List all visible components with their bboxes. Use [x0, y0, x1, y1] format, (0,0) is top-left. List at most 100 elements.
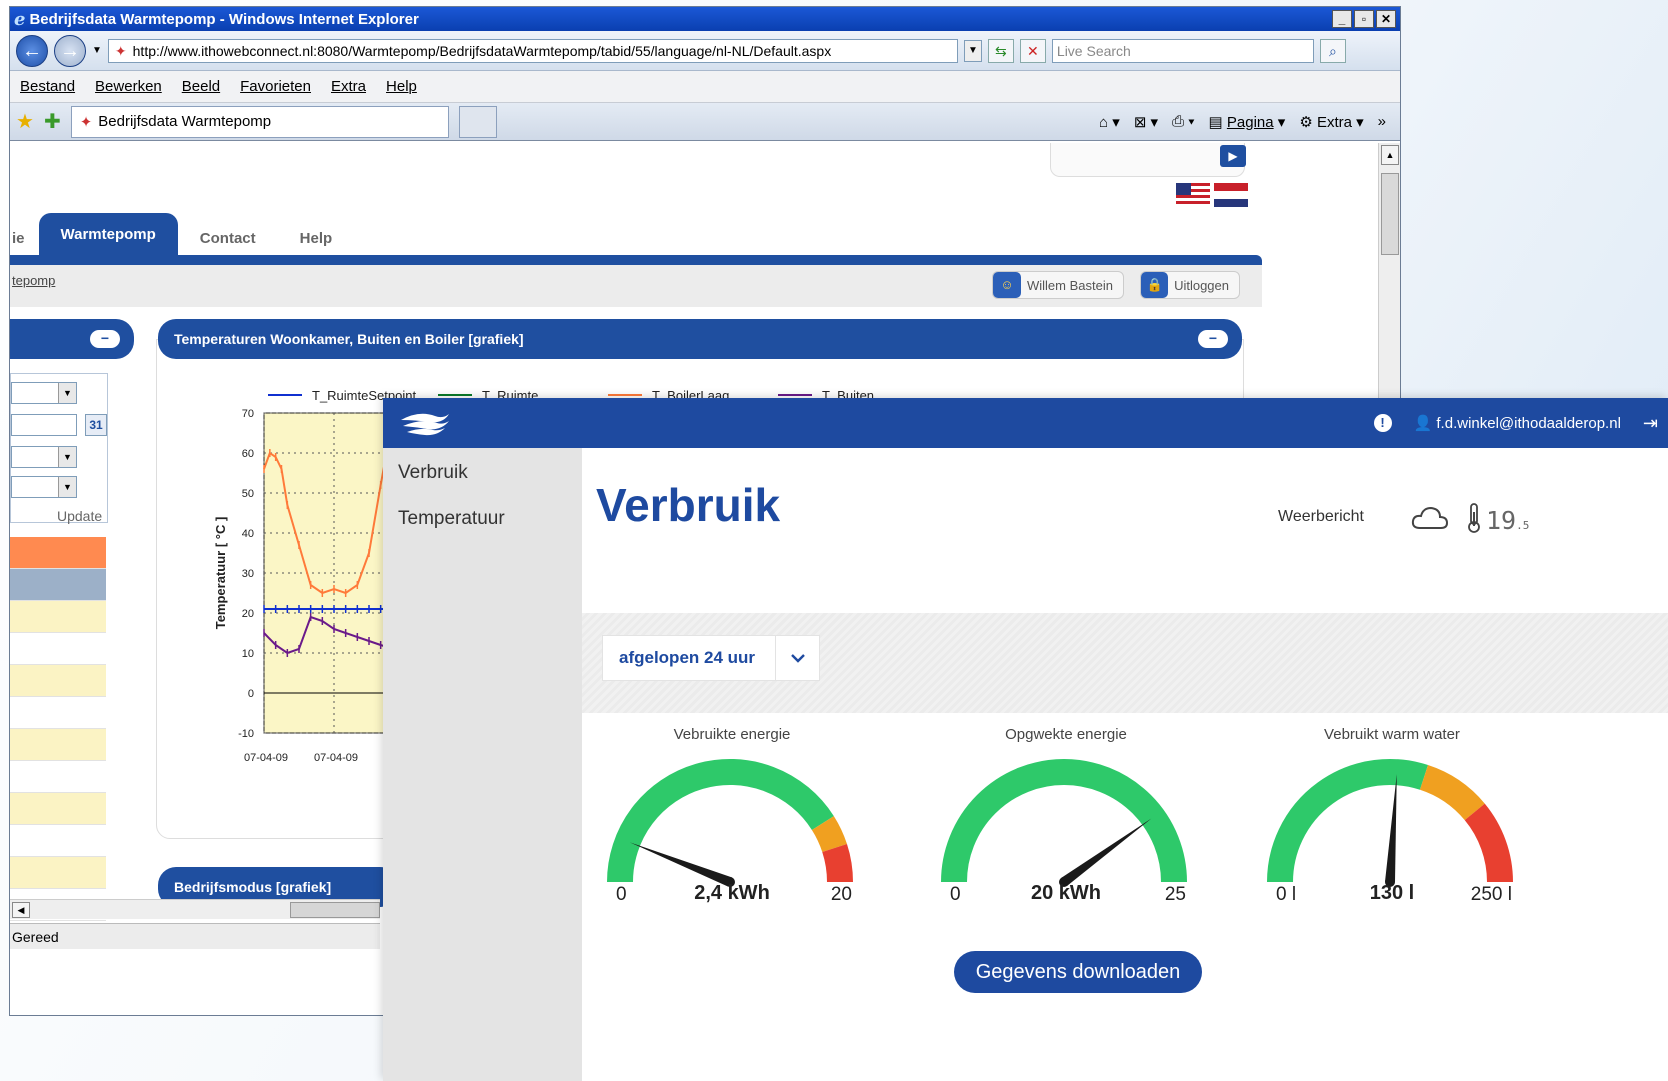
user-email: f.d.winkel@ithodaalderop.nl [1436, 415, 1621, 432]
forward-button[interactable]: → [54, 34, 86, 67]
weather-label: Weerbericht [1278, 508, 1364, 525]
scroll-thumb[interactable] [290, 902, 380, 918]
table-row [10, 857, 106, 889]
mode-panel-title: Bedrijfsmodus [grafiek] [174, 879, 332, 895]
flag-us-icon[interactable] [1176, 183, 1210, 207]
collapse-left-button[interactable]: − [90, 330, 120, 348]
menu-bestand[interactable]: Bestand [20, 78, 75, 95]
table-row [10, 825, 106, 857]
tools-menu[interactable]: ⚙ Extra ▾ [1299, 113, 1363, 131]
table-row [10, 633, 106, 665]
new-tab-button[interactable] [458, 105, 497, 138]
tab-current[interactable]: ✦ Bedrijfsdata Warmtepomp [70, 105, 449, 138]
menu-bewerken[interactable]: Bewerken [95, 78, 162, 95]
vscroll-thumb[interactable] [1381, 173, 1399, 255]
tab-help[interactable]: Help [278, 221, 355, 257]
temperature-readout: 19.5 [1486, 506, 1530, 535]
y-tick-label: 50 [242, 488, 254, 500]
horizontal-scrollbar[interactable]: ◀ [10, 899, 380, 919]
logout-button[interactable]: 🔒 Uitloggen [1140, 271, 1240, 299]
chevron-more-icon[interactable]: » [1378, 113, 1386, 130]
address-input[interactable]: ✦ http://www.ithowebconnect.nl:8080/Warm… [107, 38, 958, 63]
chart-panel-title: Temperaturen Woonkamer, Buiten en Boiler… [174, 331, 524, 347]
sidebar: Verbruik Temperatuur [383, 448, 582, 1081]
feeds-icon[interactable]: ⊠ ▾ [1134, 113, 1158, 131]
logout-icon[interactable]: ⇥ [1643, 413, 1658, 434]
table-row [10, 697, 106, 729]
address-dropdown-button[interactable]: ▼ [963, 39, 982, 62]
window-controls: _ ▫ ✕ [1332, 10, 1400, 28]
minimize-button[interactable]: _ [1332, 10, 1352, 28]
breadcrumb[interactable]: tepomp [12, 273, 55, 288]
data-table [10, 537, 106, 921]
temperature-chart: 70 60 50 40 30 20 10 0 -10 07-04-09 07-04-09 Temper… [213, 388, 874, 764]
table-row [10, 729, 106, 761]
app-window: ! 👤 f.d.winkel@ithodaalderop.nl ⇥ Verbru… [383, 398, 1668, 1081]
gauge-1: Vebruikte energie 0 20 2,4 kWh [602, 726, 862, 926]
menu-beeld[interactable]: Beeld [182, 78, 220, 95]
y-axis-label: Temperatuur [ °C ] [213, 517, 228, 630]
update-button[interactable]: Update [57, 508, 102, 524]
account-menu[interactable]: 👤 f.d.winkel@ithodaalderop.nl [1414, 414, 1621, 432]
page-title: Verbruik [596, 479, 781, 531]
table-row [10, 665, 106, 697]
calendar-icon[interactable]: 31 [85, 414, 107, 436]
download-button[interactable]: Gegevens downloaden [954, 951, 1202, 993]
brand-logo-icon[interactable] [399, 410, 451, 436]
print-icon[interactable]: ⎙ ▾ [1172, 113, 1194, 130]
page-menu[interactable]: ▤ Pagina ▾ [1209, 113, 1286, 131]
gauge-needle [629, 842, 732, 887]
gauge-2: Opgwekte energie 0 25 20 kWh [936, 726, 1196, 926]
tab-contact[interactable]: Contact [178, 221, 278, 257]
select-3[interactable]: ▼ [11, 476, 77, 498]
command-bar: ⌂ ▾ ⊠ ▾ ⎙ ▾ ▤ Pagina ▾ ⚙ Extra ▾ » [1099, 113, 1400, 131]
x-tick-label: 07-04-09 [244, 752, 288, 764]
scroll-left-icon[interactable]: ◀ [12, 902, 30, 918]
gauge-title: Vebruikt warm water [1324, 726, 1460, 743]
user-button[interactable]: ☺ Willem Bastein [992, 271, 1124, 299]
favorites-star-icon[interactable]: ★ [16, 109, 34, 134]
select-1[interactable]: ▼ [11, 382, 77, 404]
live-search-input[interactable]: Live Search [1051, 38, 1314, 63]
period-dropdown[interactable]: afgelopen 24 uur [602, 635, 820, 681]
collapse-chart-button[interactable]: − [1198, 330, 1228, 348]
tab-bar: ★ ✚ ✦ Bedrijfsdata Warmtepomp ⌂ ▾ ⊠ ▾ ⎙ … [10, 103, 1400, 141]
search-icon[interactable]: ⌕ [1319, 38, 1346, 63]
address-url: http://www.ithowebconnect.nl:8080/Warmte… [132, 42, 832, 59]
menu-help[interactable]: Help [386, 78, 417, 95]
back-button[interactable]: ← [16, 34, 48, 67]
table-row [10, 761, 106, 793]
flag-nl-icon[interactable] [1214, 183, 1248, 207]
gauge-zone [607, 759, 834, 883]
chart-panel-header: Temperaturen Woonkamer, Buiten en Boiler… [158, 319, 1242, 359]
refresh-button[interactable]: ⇆ [987, 38, 1014, 63]
gauge-zone [822, 843, 853, 883]
tab-warmtepomp[interactable]: Warmtepomp [38, 213, 178, 257]
date-input[interactable] [11, 414, 77, 436]
site-search-input[interactable] [1050, 143, 1245, 177]
left-panel-header: − [10, 319, 134, 359]
menu-extra[interactable]: Extra [331, 78, 366, 95]
stop-button[interactable]: ✕ [1019, 38, 1046, 63]
scroll-up-icon[interactable]: ▲ [1381, 145, 1399, 165]
tab-partial[interactable]: ie [10, 221, 39, 257]
chevron-down-icon[interactable] [775, 635, 819, 681]
home-icon[interactable]: ⌂ ▾ [1099, 113, 1120, 131]
site-search-button[interactable]: ▶ [1220, 145, 1246, 167]
gauge-title: Vebruikte energie [673, 726, 791, 743]
sidebar-item-temperatuur[interactable]: Temperatuur [398, 508, 505, 530]
maximize-button[interactable]: ▫ [1354, 10, 1374, 28]
table-row [10, 601, 106, 633]
select-2[interactable]: ▼ [11, 446, 77, 468]
nav-underline [10, 255, 1262, 265]
add-favorite-icon[interactable]: ✚ [44, 109, 61, 134]
y-tick-label: 70 [242, 408, 254, 420]
thermometer-icon [1468, 503, 1480, 533]
history-dropdown-icon[interactable]: ▼ [92, 45, 102, 56]
menu-favorieten[interactable]: Favorieten [240, 78, 311, 95]
close-button[interactable]: ✕ [1376, 10, 1396, 28]
sidebar-item-verbruik[interactable]: Verbruik [398, 462, 468, 484]
gauge-value: 130 l [1369, 882, 1415, 904]
alert-icon[interactable]: ! [1373, 414, 1392, 432]
y-tick-label: 30 [242, 568, 254, 580]
